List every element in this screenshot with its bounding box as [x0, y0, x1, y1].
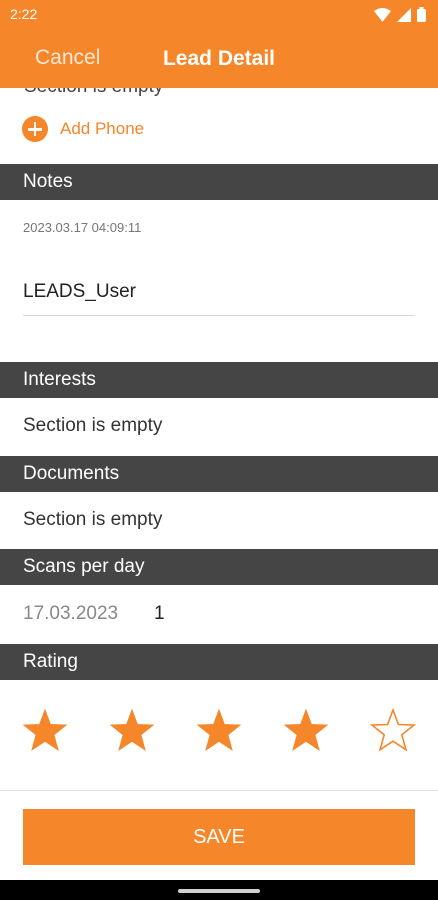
footer: SAVE [0, 790, 438, 881]
notes-section-title: Notes [23, 171, 73, 192]
notes-section-header: Notes [0, 164, 438, 200]
scans-section-header: Scans per day [0, 549, 438, 585]
add-phone-button[interactable]: Add Phone [22, 116, 144, 142]
documents-empty-text: Section is empty [23, 509, 163, 530]
scan-count: 1 [154, 603, 165, 624]
star-icon[interactable] [109, 708, 155, 754]
rating-stars [0, 708, 438, 764]
star-icon[interactable] [196, 708, 242, 754]
scans-section-title: Scans per day [23, 556, 145, 577]
save-button[interactable]: SAVE [23, 809, 415, 865]
scan-date: 17.03.2023 [23, 603, 119, 624]
wifi-icon [374, 7, 391, 22]
signal-icon [397, 7, 411, 22]
documents-section-header: Documents [0, 456, 438, 492]
star-icon[interactable] [283, 708, 329, 754]
add-phone-label: Add Phone [60, 119, 145, 138]
interests-section-title: Interests [23, 369, 96, 390]
interests-empty-text: Section is empty [23, 415, 163, 436]
battery-icon [417, 7, 426, 22]
phone-empty-text: Section is empty [24, 88, 163, 98]
page-title: Lead Detail [162, 47, 276, 70]
navigation-bar [0, 880, 438, 900]
star-icon[interactable] [22, 708, 68, 754]
status-time: 2:22 [10, 6, 38, 22]
plus-circle-icon [22, 116, 48, 142]
home-handle[interactable] [178, 889, 260, 893]
star-icon[interactable] [370, 708, 416, 754]
documents-section-title: Documents [23, 463, 120, 484]
status-icons [374, 7, 426, 22]
status-bar: 2:22 [0, 0, 438, 30]
note-date: 2023.03.17 04:09:11 [23, 220, 142, 235]
rating-section-header: Rating [0, 644, 438, 680]
note-divider [23, 315, 415, 316]
lead-detail-content[interactable]: Section is empty Add Phone Notes 2023.03… [0, 88, 438, 790]
rating-section-title: Rating [23, 651, 78, 672]
note-user[interactable]: LEADS_User [23, 281, 136, 303]
interests-section-header: Interests [0, 362, 438, 398]
app-header: Cancel Lead Detail [0, 30, 438, 88]
